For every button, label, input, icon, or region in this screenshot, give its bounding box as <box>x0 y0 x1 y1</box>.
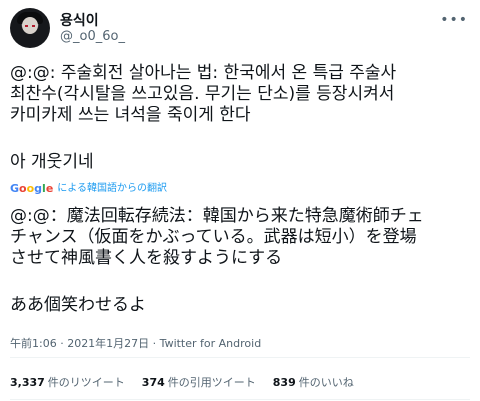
likes-stat[interactable]: 839 件のいいね <box>273 374 354 390</box>
avatar-eye-left <box>25 25 28 27</box>
author-handle[interactable]: @_o0_6o_ <box>60 29 125 44</box>
translation-label[interactable]: による韓国語からの翻訳 <box>57 183 167 195</box>
likes-label: 件のいいね <box>298 376 354 389</box>
avatar-eye-right <box>32 25 35 27</box>
google-translate-attribution[interactable]: Google による韓国語からの翻訳 <box>10 183 167 195</box>
retweets-label: 件のリツイート <box>47 376 125 389</box>
tweet-original-text: @:@: 주술회전 살아나는 법: 한국에서 온 특급 주술사 최찬수(각시탈을… <box>10 63 397 125</box>
quotes-stat[interactable]: 374 件の引用ツイート <box>142 374 256 390</box>
quotes-label: 件の引用ツイート <box>167 376 256 389</box>
tweet-stats: 3,337 件のリツイート 374 件の引用ツイート 839 件のいいね <box>10 374 371 390</box>
divider <box>10 399 470 400</box>
author-name[interactable]: 용식이 <box>60 10 99 30</box>
quotes-count: 374 <box>141 376 165 389</box>
avatar[interactable] <box>10 8 50 48</box>
tweet-header: 용식이 @_o0_6o_ ••• <box>10 8 470 48</box>
tweet-translated-reply: ああ個笑わせるよ <box>10 295 146 315</box>
more-horizontal-icon[interactable]: ••• <box>440 12 468 28</box>
tweet-translated-text: @:@：魔法回転存続法：韓国から来た特急魔術師チェ チャンス（仮面をかぶっている… <box>10 206 424 268</box>
divider <box>10 357 470 358</box>
retweets-stat[interactable]: 3,337 件のリツイート <box>10 374 125 390</box>
google-logo-icon: Google <box>10 182 54 195</box>
tweet-reply-text: 아 개웃기네 <box>10 152 94 172</box>
retweets-count: 3,337 <box>10 376 45 389</box>
likes-count: 839 <box>272 376 296 389</box>
tweet-timestamp[interactable]: 午前1:06 · 2021年1月27日 · Twitter for Androi… <box>10 335 261 351</box>
